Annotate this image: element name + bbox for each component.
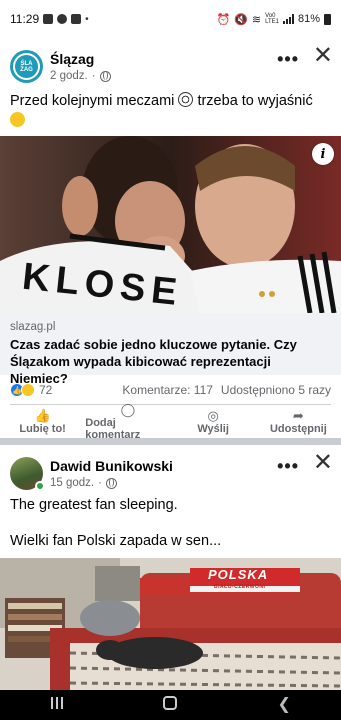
meta-separator: ·: [91, 70, 96, 82]
comments-count[interactable]: Komentarze: 117: [122, 383, 213, 397]
online-status-dot: [35, 481, 45, 491]
youtube-notification-icon: [43, 14, 54, 24]
share-label: Udostępnij: [269, 423, 327, 435]
scarf-subtext: BIAŁO-CZERWONI: [214, 584, 266, 590]
soccer-ball-emoji-icon: [178, 92, 194, 107]
feed-post-slazag: ŚLA ŻAG Ślązag 2 godz. · ••• ✕ Przed kol…: [0, 38, 341, 441]
reactions-summary: 👍 72 Komentarze: 117 Udostępniono 5 razy: [10, 381, 331, 399]
recent-apps-icon: [50, 697, 63, 709]
home-icon: [163, 696, 178, 710]
link-domain: slazag.pl: [10, 321, 56, 333]
messenger-icon: ◎: [207, 408, 219, 423]
logo-text-bottom: ŻAG: [20, 66, 33, 73]
slazag-logo: ŚLA ŻAG: [13, 53, 40, 80]
globe-icon: [105, 477, 117, 489]
send-label: Wyślij: [197, 423, 229, 435]
link-title: Czas zadać sobie jedno kluczowe pytanie.…: [10, 337, 297, 386]
post-text-part2: trzeba to wyjaśnić: [197, 93, 313, 109]
post-image[interactable]: KLOSE i: [0, 136, 341, 313]
share-arrow-icon: ➦: [292, 408, 304, 423]
post-header: ŚLA ŻAG Ślązag 2 godz. · ••• ✕: [0, 38, 341, 90]
comment-label: Dodaj komentarz: [85, 417, 141, 441]
reaction-count[interactable]: 72: [39, 383, 52, 397]
mute-icon: 🔇: [234, 13, 248, 26]
post-author[interactable]: Dawid Bunikowski: [50, 458, 173, 474]
post-meta: 2 godz. ·: [50, 70, 111, 82]
haha-reaction-icon[interactable]: [21, 383, 35, 397]
comment-icon: ◯: [120, 402, 136, 417]
feed-post-dawid: Dawid Bunikowski 15 godz. · ••• ✕ The gr…: [0, 445, 341, 690]
sleeping-dog-photo: [0, 558, 341, 690]
signal-icon: [282, 14, 294, 24]
battery-icon: [324, 13, 331, 25]
status-time: 11:29: [10, 12, 40, 26]
back-button[interactable]: ❮: [264, 697, 304, 713]
shares-count[interactable]: Udostępniono 5 razy: [221, 383, 331, 397]
post-text-part1: Przed kolejnymi meczami: [10, 93, 175, 109]
recent-apps-button[interactable]: [37, 697, 77, 713]
post-text-line1: The greatest fan sleeping.: [10, 497, 178, 513]
home-button[interactable]: [150, 696, 190, 714]
post-author[interactable]: Ślązag: [50, 51, 94, 67]
post-meta: 15 godz. ·: [50, 477, 117, 489]
scarf-text: POLSKA: [208, 567, 269, 582]
post-text: Przed kolejnymi meczami trzeba to wyjaśn…: [10, 92, 335, 131]
comment-button[interactable]: ◯ Dodaj komentarz: [85, 402, 170, 441]
send-button[interactable]: ◎ Wyślij: [171, 406, 256, 438]
link-preview[interactable]: slazag.pl Czas zadać sobie jedno kluczow…: [0, 313, 341, 386]
share-button[interactable]: ➦ Udostępnij: [256, 406, 341, 438]
messenger-notification-icon: [57, 14, 68, 24]
like-label: Lubię to!: [19, 423, 66, 435]
divider: [10, 404, 331, 405]
network-label: Vo0 LTE1: [265, 13, 279, 25]
wink-emoji-icon: [10, 112, 25, 127]
battery-percent: 81%: [297, 13, 320, 25]
close-icon[interactable]: ✕: [313, 44, 333, 68]
thumbs-up-icon: 👍: [34, 408, 51, 423]
network-label-bottom: LTE1: [265, 19, 279, 25]
status-left: 11:29 •: [10, 12, 89, 26]
youtube-notification-icon-2: [71, 14, 82, 24]
wifi-icon: ≋: [251, 13, 262, 26]
alarm-icon: ⏰: [216, 13, 231, 26]
post-time[interactable]: 15 godz.: [50, 477, 94, 489]
status-right: ⏰ 🔇 ≋ Vo0 LTE1 81%: [216, 13, 331, 26]
post-actions: 👍 Lubię to! ◯ Dodaj komentarz ◎ Wyślij ➦…: [0, 402, 341, 441]
post-text-line2: Wielki fan Polski zapada w sen...: [10, 533, 222, 549]
like-button[interactable]: 👍 Lubię to!: [0, 406, 85, 438]
post-header: Dawid Bunikowski 15 godz. · ••• ✕: [0, 445, 341, 497]
post-text: The greatest fan sleeping. Wielki fan Po…: [10, 496, 335, 551]
android-navigation-bar: ❮: [0, 690, 341, 720]
avatar[interactable]: ŚLA ŻAG: [10, 50, 43, 83]
more-options-icon[interactable]: •••: [277, 49, 299, 70]
back-icon: ❮: [277, 696, 291, 713]
globe-icon: [99, 70, 111, 82]
info-icon[interactable]: i: [312, 143, 334, 165]
post-time[interactable]: 2 godz.: [50, 70, 88, 82]
close-icon[interactable]: ✕: [313, 451, 333, 475]
meta-separator: ·: [98, 477, 102, 489]
more-options-icon[interactable]: •••: [277, 456, 299, 477]
post-image[interactable]: POLSKA BIAŁO-CZERWONI: [0, 558, 341, 690]
status-bar: 11:29 • ⏰ 🔇 ≋ Vo0 LTE1 81%: [0, 0, 341, 38]
more-notifications-icon: •: [85, 13, 89, 25]
